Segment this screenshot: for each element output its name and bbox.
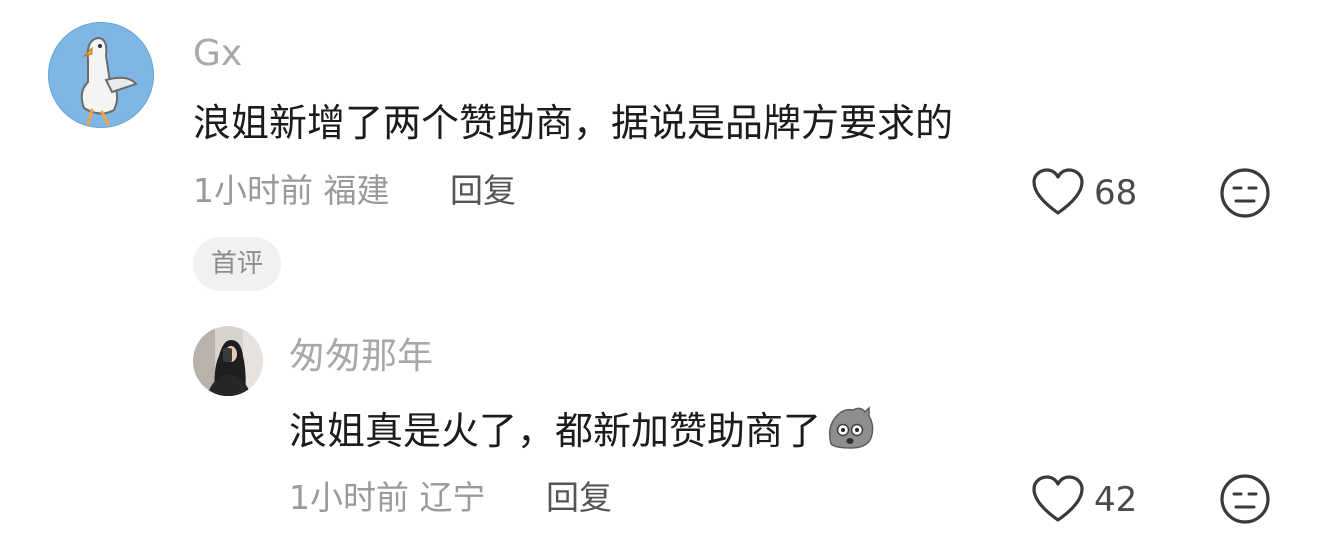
meh-face-icon[interactable] [1219,473,1271,529]
comment-text: 浪姐新增了两个赞助商，据说是品牌方要求的 [193,101,954,145]
girl-selfie-avatar-icon [193,326,263,396]
reply-text-content: 浪姐真是火了，都新加赞助商了 [289,409,822,453]
reply-text: 浪姐真是火了，都新加赞助商了 [289,404,875,459]
reply-button[interactable]: 回复 [546,478,612,518]
seagull-avatar-icon [48,22,154,128]
like-count: 68 [1094,173,1138,213]
reply-time-location: 1小时前 辽宁 [289,478,486,517]
user-avatar[interactable] [193,326,263,396]
reply-button[interactable]: 回复 [450,171,516,211]
user-avatar[interactable] [48,22,154,128]
heart-icon[interactable] [1031,167,1085,221]
comment-time-location: 1小时前 福建 [193,171,390,210]
meh-face-icon[interactable] [1219,167,1271,223]
heart-icon[interactable] [1031,474,1085,528]
reply-username[interactable]: 匆匆那年 [289,337,433,377]
first-comment-badge: 首评 [193,237,282,291]
comment-username[interactable]: Gx [193,34,242,74]
shocked-face-emoji-icon [825,404,875,459]
like-count: 42 [1094,480,1138,520]
